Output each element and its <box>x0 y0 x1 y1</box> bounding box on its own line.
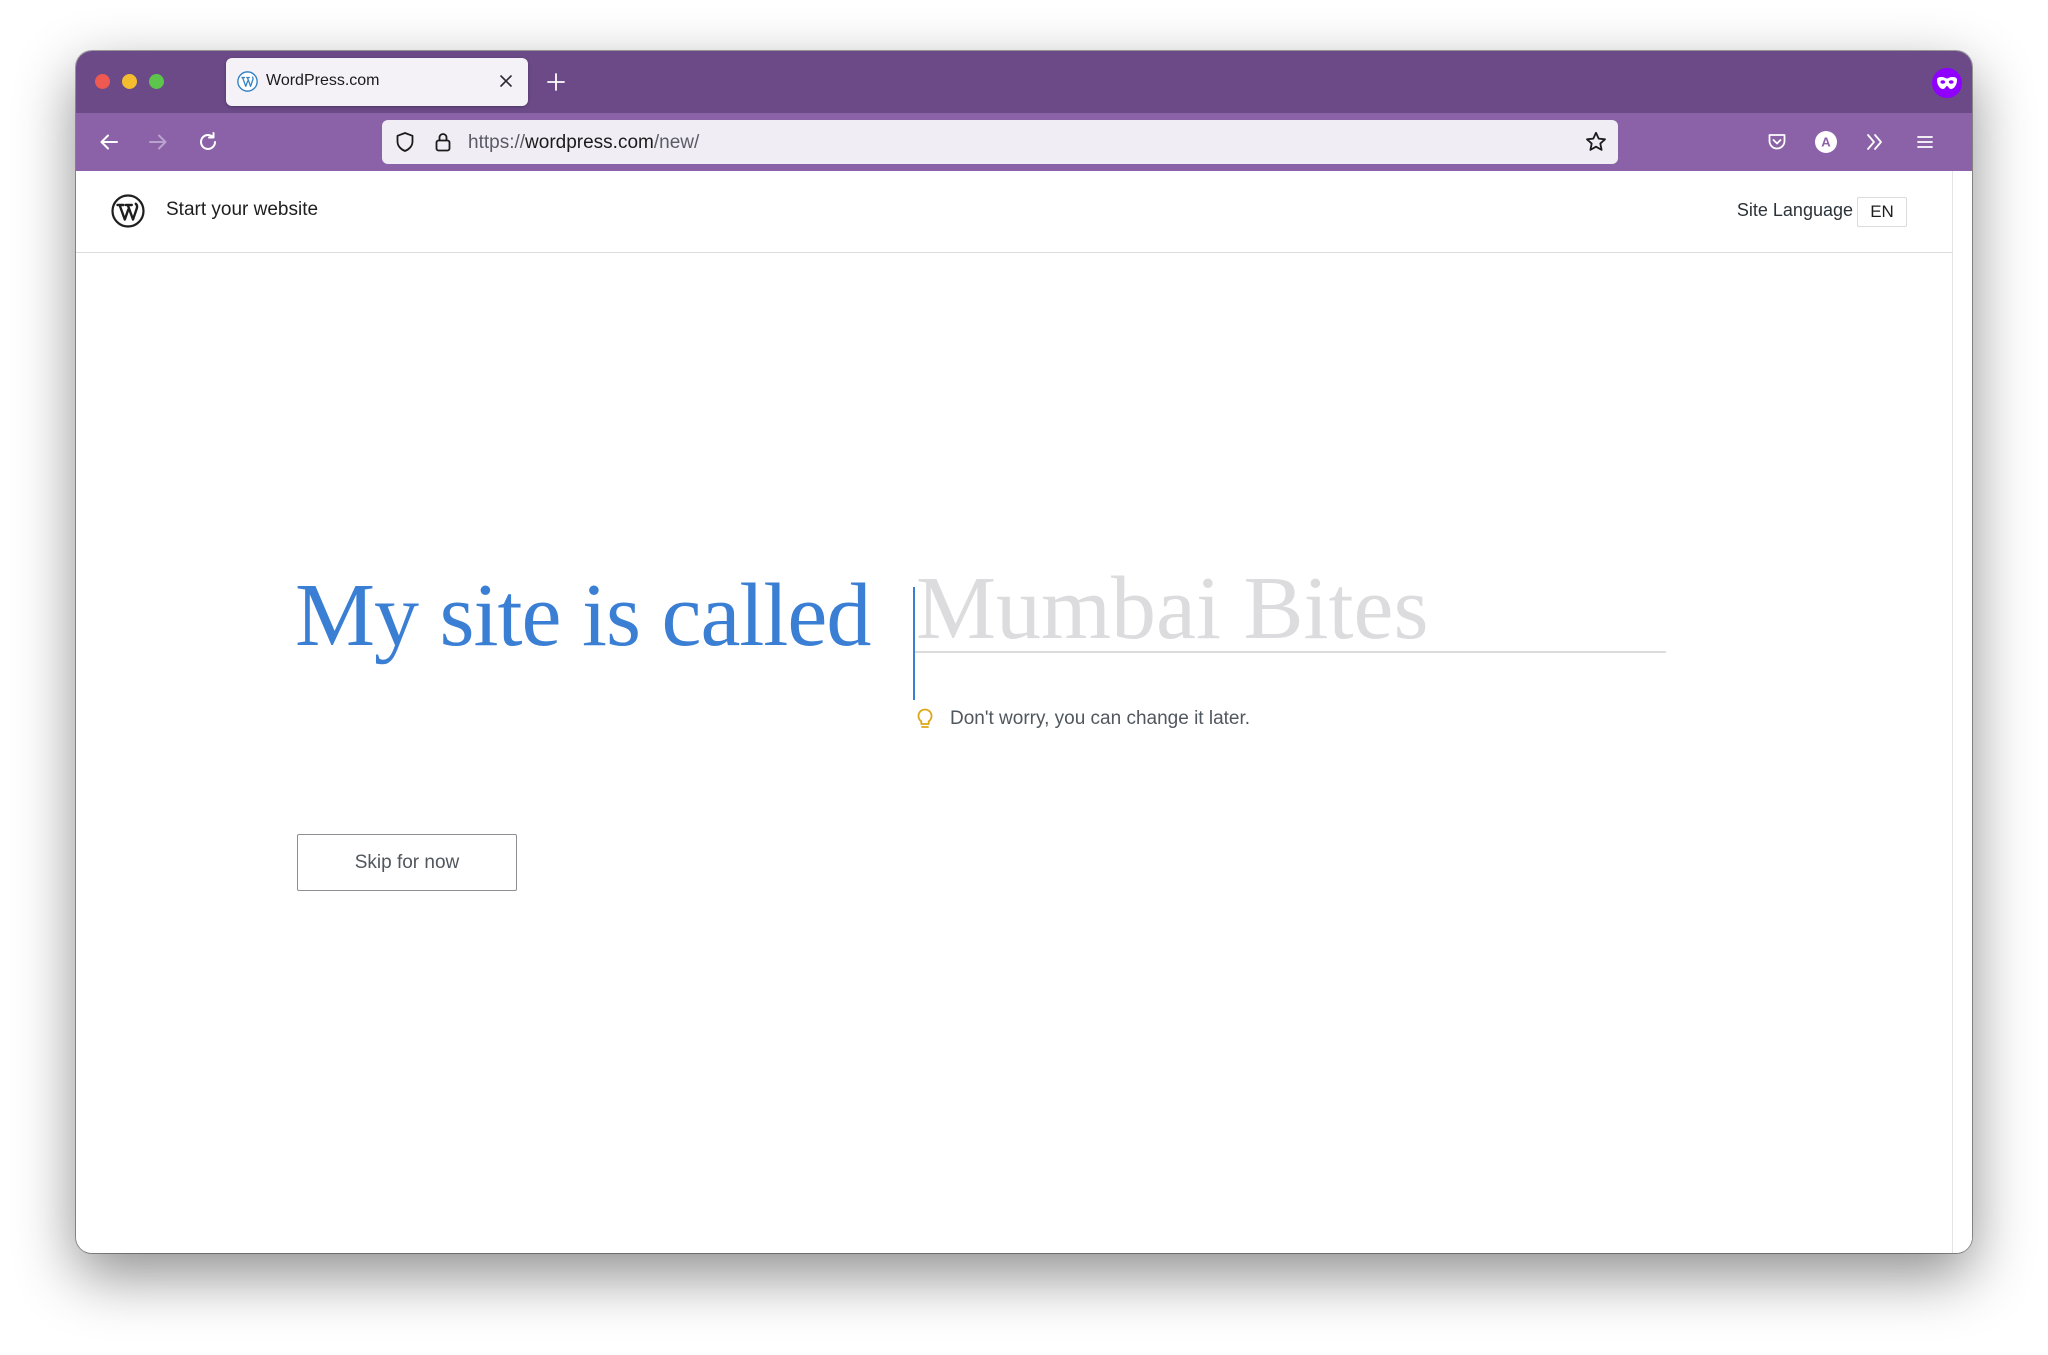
skip-for-now-button[interactable]: Skip for now <box>297 834 517 891</box>
tracking-protection-shield-icon[interactable] <box>394 131 416 153</box>
new-tab-plus-icon[interactable] <box>542 68 570 96</box>
header-title: Start your website <box>166 199 319 220</box>
account-avatar-icon[interactable]: A <box>1810 126 1842 158</box>
navigation-toolbar: https://wordpress.com/new/ A <box>76 113 1972 171</box>
wordpress-logo-icon[interactable] <box>111 194 145 228</box>
menu-hamburger-icon[interactable] <box>1909 126 1941 158</box>
pocket-icon[interactable] <box>1761 126 1793 158</box>
account-initial: A <box>1821 135 1831 150</box>
url-host: wordpress.com <box>525 132 654 153</box>
site-language-label: Site Language <box>1736 200 1853 220</box>
text-caret <box>913 587 915 700</box>
page-content: Start your website Site Language EN My s… <box>76 171 1972 1253</box>
browser-window: WordPress.com https://wordpress.com/new/… <box>76 51 1972 1253</box>
site-name-input[interactable] <box>914 565 1666 653</box>
browser-tab[interactable]: WordPress.com <box>226 58 528 106</box>
hint-row: Don't worry, you can change it later. <box>914 707 1250 731</box>
lightbulb-icon <box>914 707 936 731</box>
page-scrollbar[interactable] <box>1952 171 1972 1253</box>
overflow-chevrons-icon[interactable] <box>1859 126 1891 158</box>
hint-text: Don't worry, you can change it later. <box>950 708 1251 729</box>
private-browsing-mask-icon <box>1932 68 1962 98</box>
url-scheme: https:// <box>468 132 526 153</box>
site-language-button[interactable]: EN <box>1857 197 1907 227</box>
lock-icon[interactable] <box>432 131 454 153</box>
forward-arrow-icon[interactable] <box>142 126 174 158</box>
headline: My site is called <box>295 566 871 665</box>
minimize-window-button[interactable] <box>122 74 137 89</box>
tab-close-icon[interactable] <box>494 69 518 93</box>
tab-title: WordPress.com <box>266 72 380 89</box>
close-window-button[interactable] <box>95 74 110 89</box>
address-bar[interactable]: https://wordpress.com/new/ <box>382 120 1618 164</box>
tab-strip: WordPress.com <box>76 51 1972 113</box>
bookmark-star-icon[interactable] <box>1584 130 1608 154</box>
wordpress-favicon-icon <box>237 71 258 92</box>
url-path: /new/ <box>653 132 700 153</box>
back-arrow-icon[interactable] <box>93 126 125 158</box>
zoom-window-button[interactable] <box>149 74 164 89</box>
page-header: Start your website Site Language EN <box>76 171 1953 253</box>
reload-icon[interactable] <box>192 126 224 158</box>
url-text[interactable]: https://wordpress.com/new/ <box>468 132 699 154</box>
